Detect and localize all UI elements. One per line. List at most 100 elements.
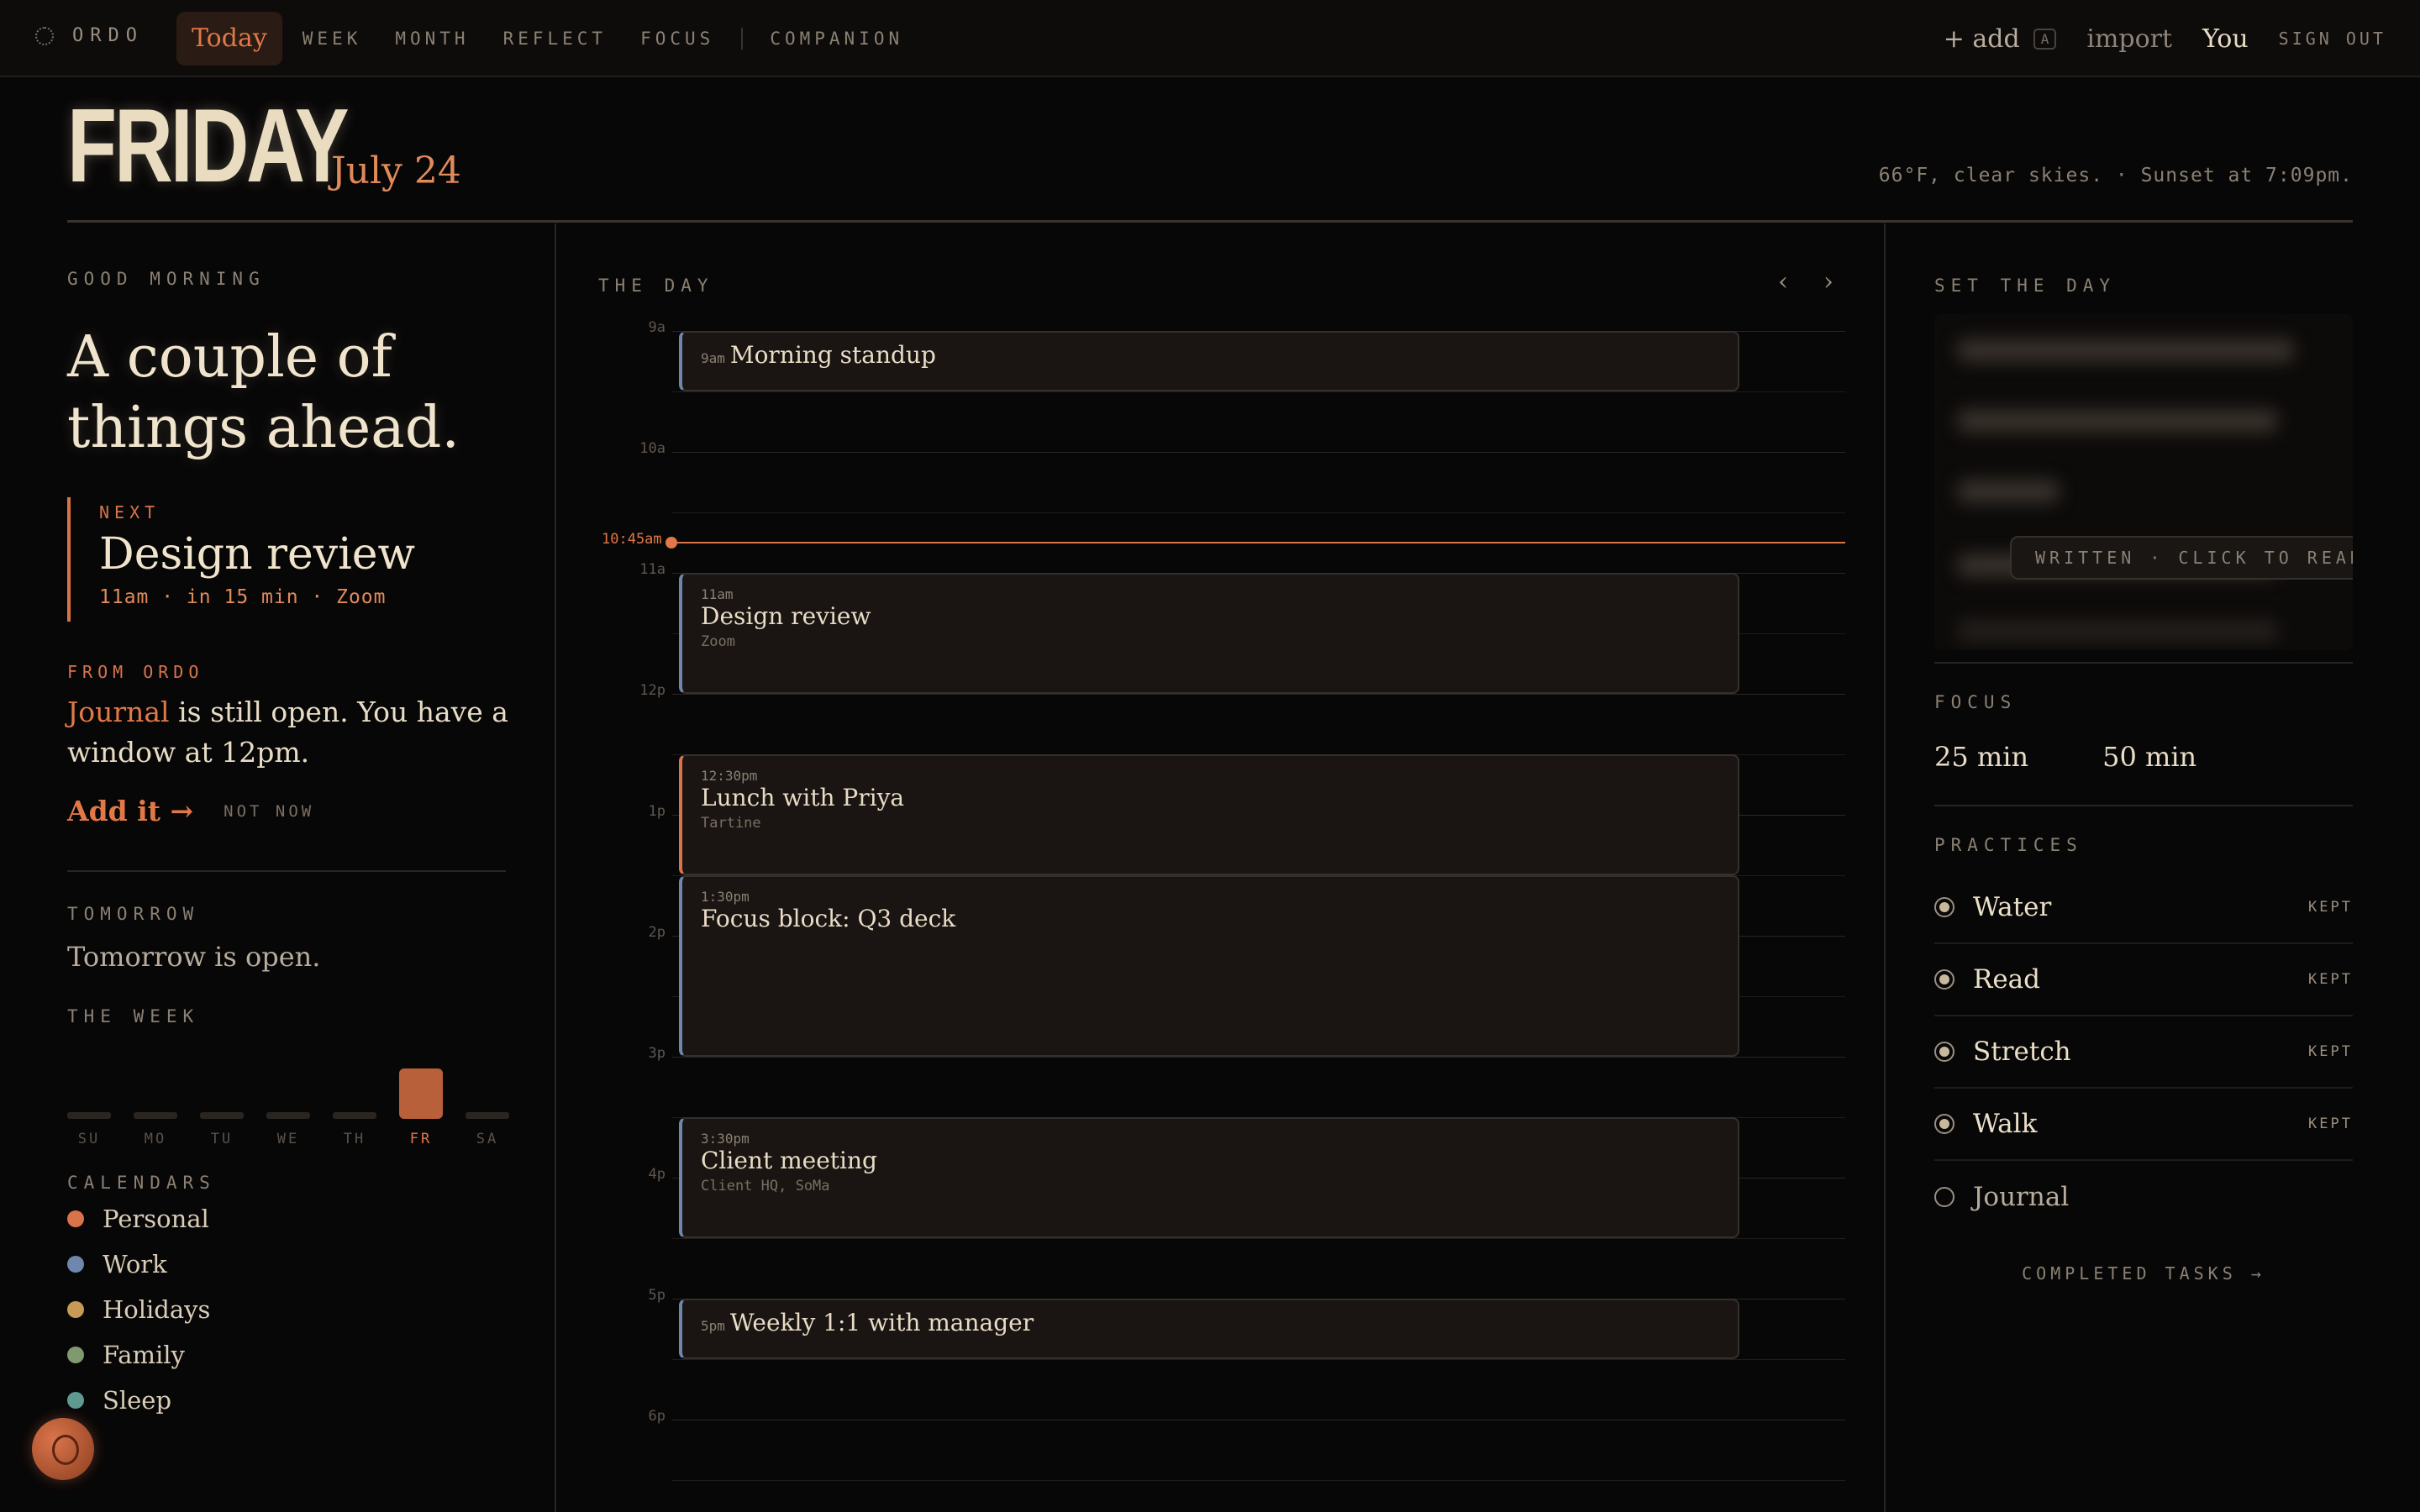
week-day-label: TU <box>210 1131 234 1147</box>
chevron-right-icon[interactable]: › <box>1823 267 1833 297</box>
week-day-sa[interactable]: SA <box>466 1063 509 1147</box>
nav-focus[interactable]: FOCUS <box>623 12 731 66</box>
greeting: GOOD MORNING <box>67 269 266 289</box>
week-bar <box>67 1112 111 1119</box>
left-divider <box>67 870 506 872</box>
practice-label: Stretch <box>1973 1037 2071 1067</box>
event-time: 12:30pm <box>701 768 758 784</box>
right-divider <box>1934 805 2353 806</box>
hour-label: 1p <box>648 803 666 820</box>
week-day-label: FR <box>409 1131 433 1147</box>
week-day-tu[interactable]: TU <box>200 1063 244 1147</box>
half-hour-gridline <box>672 1480 1845 1481</box>
add-label: + add <box>1943 24 2020 54</box>
hour-gridline <box>672 694 1845 695</box>
hour-gridline <box>672 452 1845 453</box>
import-link[interactable]: import <box>2086 24 2172 54</box>
event-title: Lunch with Priya <box>701 784 905 811</box>
add-button[interactable]: + add A <box>1944 24 2057 54</box>
radio-checked-icon[interactable] <box>1934 897 1954 917</box>
nav-companion[interactable]: COMPANION <box>753 12 920 66</box>
calendar-personal[interactable]: Personal <box>67 1196 210 1242</box>
event-time: 9am <box>701 350 725 366</box>
calendar-label: Holidays <box>103 1295 211 1324</box>
practice-stretch[interactable]: Stretch KEPT <box>1934 1016 2353 1089</box>
event-client-meeting[interactable]: 3:30pm Client meeting Client HQ, SoMa <box>679 1117 1739 1238</box>
next-event-card[interactable]: NEXT Design review 11am · in 15 min · Zo… <box>67 497 415 622</box>
companion-avatar-icon[interactable] <box>32 1418 94 1480</box>
set-the-day-kicker: SET THE DAY <box>1934 276 2117 296</box>
event-morning-standup[interactable]: 9am Morning standup <box>679 331 1739 391</box>
day-timeline: THE DAY ‹ › 9a 10a 11a 12p 1p 2p 3p 4p 5… <box>558 223 1886 1512</box>
tomorrow-kicker: TOMORROW <box>67 904 200 924</box>
suggestion-text: Journal is still open. You have a window… <box>67 692 521 773</box>
practices-kicker: PRACTICES <box>1934 835 2083 855</box>
week-bar <box>200 1112 244 1119</box>
blurred-text-line <box>1958 480 2059 502</box>
calendar-label: Sleep <box>103 1386 172 1415</box>
user-menu[interactable]: You <box>2202 24 2249 54</box>
nav-week[interactable]: WEEK <box>286 12 379 66</box>
hour-label: 12p <box>639 682 666 699</box>
hour-label: 11a <box>639 561 666 578</box>
event-weekly-one-on-one[interactable]: 5pm Weekly 1:1 with manager <box>679 1299 1739 1359</box>
event-title: Client meeting <box>701 1147 877 1174</box>
radio-checked-icon[interactable] <box>1934 969 1954 990</box>
event-lunch-with-priya[interactable]: 12:30pm Lunch with Priya Tartine <box>679 754 1739 875</box>
week-strip: SU MO TU WE TH FR SA <box>67 1063 509 1147</box>
hour-label: 5p <box>648 1287 666 1304</box>
event-design-review[interactable]: 11am Design review Zoom <box>679 573 1739 694</box>
calendar-color-dot <box>67 1210 84 1227</box>
focus-50-min[interactable]: 50 min <box>2102 741 2196 773</box>
half-hour-gridline <box>672 1238 1845 1239</box>
suggestion-kicker: FROM ORDO <box>67 662 204 682</box>
event-location: Client HQ, SoMa <box>701 1178 830 1194</box>
nav-month[interactable]: MONTH <box>378 12 486 66</box>
week-day-su[interactable]: SU <box>67 1063 111 1147</box>
weather-summary: 66°F, clear skies. · Sunset at 7:09pm. <box>1878 165 2353 186</box>
practices-list: Water KEPT Read KEPT Stretch KEPT Walk KEPT … <box>1934 872 2353 1233</box>
radio-checked-icon[interactable] <box>1934 1114 1954 1134</box>
next-event-title: Design review <box>99 529 416 580</box>
header-divider <box>67 220 2353 223</box>
practice-read[interactable]: Read KEPT <box>1934 944 2353 1016</box>
focus-options: 25 min 50 min <box>1934 741 2196 773</box>
week-day-mo[interactable]: MO <box>134 1063 177 1147</box>
half-hour-gridline <box>672 391 1845 392</box>
calendar-work[interactable]: Work <box>67 1242 210 1287</box>
week-day-label: SA <box>476 1131 499 1147</box>
hour-label: 4p <box>648 1166 666 1183</box>
completed-tasks-link[interactable]: COMPLETED TASKS → <box>1934 1263 2353 1284</box>
week-day-fr[interactable]: FR <box>399 1063 443 1147</box>
suggestion-highlight[interactable]: Journal <box>67 696 170 728</box>
week-day-th[interactable]: TH <box>333 1063 376 1147</box>
calendar-color-dot <box>67 1347 84 1363</box>
nav-today[interactable]: Today <box>176 12 282 66</box>
week-day-label: WE <box>276 1131 300 1147</box>
calendar-family[interactable]: Family <box>67 1332 210 1378</box>
chevron-left-icon[interactable]: ‹ <box>1778 267 1788 297</box>
not-now-button[interactable]: NOT NOW <box>224 802 314 821</box>
set-the-day-note[interactable]: WRITTEN · CLICK TO READ <box>1934 314 2353 650</box>
blurred-text-line <box>1958 339 2294 361</box>
now-dot <box>666 537 677 549</box>
week-day-we[interactable]: WE <box>266 1063 310 1147</box>
calendar-holidays[interactable]: Holidays <box>67 1287 210 1332</box>
calendar-list: Personal Work Holidays Family Sleep <box>67 1196 210 1423</box>
written-click-to-read[interactable]: WRITTEN · CLICK TO READ <box>2010 536 2353 580</box>
practice-walk[interactable]: Walk KEPT <box>1934 1089 2353 1161</box>
calendar-sleep[interactable]: Sleep <box>67 1378 210 1423</box>
nav-reflect[interactable]: REFLECT <box>487 12 624 66</box>
calendar-label: Family <box>103 1341 185 1369</box>
brand[interactable]: ORDO <box>35 25 144 46</box>
event-location: Tartine <box>701 815 761 832</box>
dotted-circle-icon <box>35 26 54 45</box>
focus-25-min[interactable]: 25 min <box>1934 741 2028 773</box>
practice-water[interactable]: Water KEPT <box>1934 872 2353 944</box>
radio-checked-icon[interactable] <box>1934 1042 1954 1062</box>
add-it-button[interactable]: Add it → <box>67 795 193 827</box>
event-focus-block[interactable]: 1:30pm Focus block: Q3 deck <box>679 875 1739 1057</box>
practice-journal[interactable]: Journal <box>1934 1161 2353 1233</box>
radio-empty-icon[interactable] <box>1934 1187 1954 1207</box>
sign-out-button[interactable]: SIGN OUT <box>2279 29 2386 49</box>
